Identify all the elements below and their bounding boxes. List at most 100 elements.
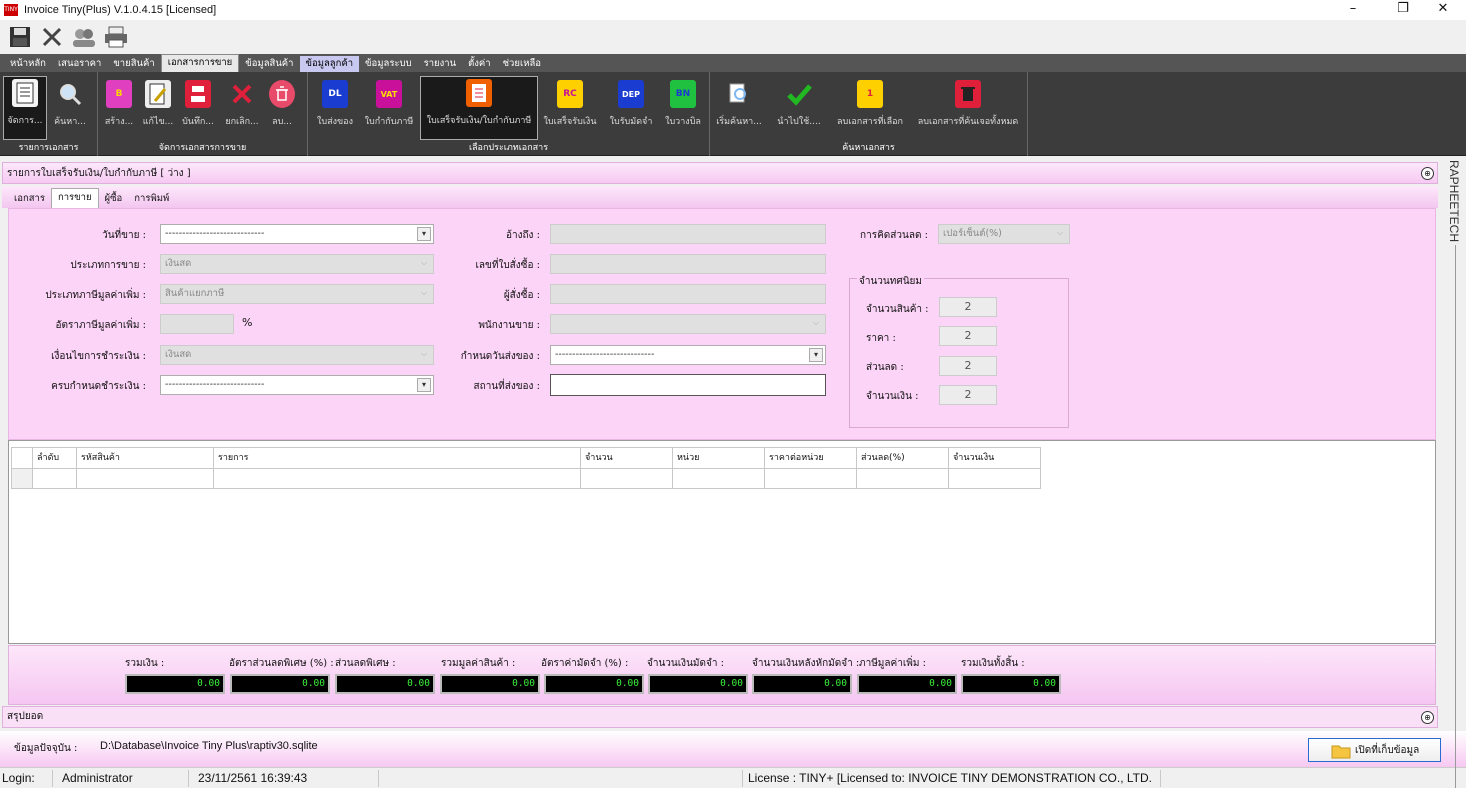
manage-button[interactable]: จัดการ... [3, 76, 47, 140]
special-discount-rate-input[interactable]: 0.00 [230, 674, 330, 694]
grid-cell[interactable] [949, 469, 1041, 489]
menu-settings[interactable]: ตั้งค่า [462, 56, 497, 72]
discount-calc-select[interactable]: เปอร์เซ็นต์(%) ⌵ [938, 224, 1070, 244]
delivery-note-button[interactable]: DL ใบส่งของ [310, 78, 360, 132]
database-path: D:\Database\Invoice Tiny Plus\raptiv30.s… [100, 740, 318, 752]
receipt-button[interactable]: RC ใบเสร็จรับเงิน [540, 78, 600, 132]
close-window-button[interactable]: ✕ [1420, 0, 1466, 20]
save-icon[interactable] [6, 23, 34, 51]
grid-col-header[interactable]: จำนวน [581, 447, 673, 469]
decimals-qty-input[interactable]: 2 [939, 297, 997, 317]
special-discount-rate-label: อัตราส่วนลดพิเศษ (%) : [229, 658, 334, 669]
grid-col-header[interactable]: ลำดับ [33, 447, 77, 469]
grid-cell[interactable] [765, 469, 857, 489]
delivery-date-select[interactable]: ----------------------------- ▾ [550, 345, 826, 365]
menu-sales-documents[interactable]: เอกสารการขาย [160, 54, 240, 72]
create-button[interactable]: B สร้าง... [100, 78, 138, 132]
collapse-icon[interactable]: ⊕ [1421, 167, 1434, 180]
menu-system[interactable]: ข้อมูลระบบ [359, 56, 418, 72]
grand-total-label: รวมเงินทั้งสิ้น : [961, 658, 1025, 669]
minimize-button[interactable]: – [1330, 0, 1376, 20]
expand-icon[interactable]: ⊕ [1421, 711, 1434, 724]
grid-col-header[interactable]: จำนวนเงิน [949, 447, 1041, 469]
vat-rate-input[interactable] [160, 314, 234, 334]
grid-cell[interactable] [33, 469, 77, 489]
menu-customers[interactable]: ข้อมูลลูกค้า [299, 56, 360, 72]
close-icon[interactable] [38, 23, 66, 51]
items-grid[interactable]: ลำดับ รหัสสินค้า รายการ จำนวน หน่วย ราคา… [8, 440, 1436, 644]
current-user: Administrator [62, 771, 133, 785]
decimals-qty-label: จำนวนสินค้า : [866, 304, 929, 315]
quick-toolbar [0, 20, 1466, 54]
edit-button[interactable]: แก้ไข... [140, 78, 176, 132]
deposit-amount-input[interactable]: 0.00 [648, 674, 748, 694]
deposit-rate-input[interactable]: 0.00 [544, 674, 644, 694]
open-database-button[interactable]: เปิดที่เก็บข้อมูล [1308, 738, 1441, 762]
grid-col-header[interactable]: รายการ [214, 447, 581, 469]
delivery-place-input[interactable] [550, 374, 826, 396]
tab-document[interactable]: เอกสาร [8, 190, 51, 208]
cancel-button[interactable]: ยกเลิก... [222, 78, 262, 132]
menu-quotation[interactable]: เสนอราคา [52, 56, 107, 72]
decimals-discount-input[interactable]: 2 [939, 356, 997, 376]
deposit-rate-label: อัตราค่ามัดจำ (%) : [541, 658, 629, 669]
printer-icon[interactable] [102, 23, 130, 51]
save-doc-button[interactable]: บันทึก... [178, 78, 218, 132]
po-number-input[interactable] [550, 254, 826, 274]
row-selector[interactable] [11, 469, 33, 489]
salesperson-select[interactable]: ⌵ [550, 314, 826, 334]
tab-sales[interactable]: การขาย [50, 188, 99, 208]
ribbon-group-title: จัดการเอกสารการขาย [158, 143, 247, 153]
delete-all-found-button[interactable]: ลบเอกสารที่ค้นเจอทั้งหมด [912, 78, 1024, 132]
ribbon-group-title: รายการเอกสาร [18, 143, 79, 153]
ribbon: จัดการ... ค้นหา... รายการเอกสาร B สร้าง.… [0, 72, 1466, 156]
billing-note-button[interactable]: BN ใบวางบิล [660, 78, 706, 132]
grid-col-header[interactable]: หน่วย [673, 447, 765, 469]
window-title: Invoice Tiny(Plus) V.1.0.4.15 [Licensed] [24, 4, 217, 16]
start-search-button[interactable]: เริ่มค้นหา... [714, 78, 764, 132]
orderer-input[interactable] [550, 284, 826, 304]
grid-col-header[interactable]: ราคาต่อหน่วย [765, 447, 857, 469]
special-discount-input[interactable]: 0.00 [335, 674, 435, 694]
chevron-down-icon: ▾ [809, 348, 823, 362]
goods-total-value: 0.00 [440, 674, 540, 694]
table-row[interactable] [11, 469, 1041, 489]
menu-reports[interactable]: รายงาน [418, 56, 462, 72]
grid-cell[interactable] [673, 469, 765, 489]
edit-document-icon [145, 80, 171, 108]
grid-cell[interactable] [214, 469, 581, 489]
red-x-icon [229, 80, 255, 108]
deposit-button[interactable]: DEP ใบรับมัดจำ [604, 78, 658, 132]
menu-sales[interactable]: ขายสินค้า [107, 56, 160, 72]
tab-buyer[interactable]: ผู้ซื้อ [99, 190, 129, 208]
users-icon[interactable] [70, 23, 98, 51]
apply-button[interactable]: นำไปใช้.... [770, 78, 828, 132]
grid-col-header[interactable]: รหัสสินค้า [77, 447, 214, 469]
grid-col-header[interactable]: ส่วนลด(%) [857, 447, 949, 469]
vat-rate-unit: % [242, 316, 253, 329]
grid-cell[interactable] [857, 469, 949, 489]
search-button[interactable]: ค้นหา... [50, 78, 90, 132]
sale-type-label: ประเภทการขาย : [70, 260, 146, 271]
delete-button[interactable]: ลบ... [264, 78, 300, 132]
menu-home[interactable]: หน้าหลัก [4, 56, 52, 72]
create-document-icon: B [106, 80, 132, 108]
tab-print[interactable]: การพิมพ์ [128, 190, 175, 208]
tax-invoice-button[interactable]: VAT ใบกำกับภาษี [360, 78, 418, 132]
delete-selected-button[interactable]: 1 ลบเอกสารที่เลือก [830, 78, 910, 132]
delete-all-icon [955, 80, 981, 108]
receipt-tax-invoice-button[interactable]: ใบเสร็จรับเงิน/ใบกำกับภาษี [420, 76, 538, 140]
license-info: License : TINY+ [Licensed to: INVOICE TI… [748, 771, 1153, 785]
grid-cell[interactable] [581, 469, 673, 489]
delivery-place-label: สถานที่ส่งของ : [473, 381, 540, 392]
after-deposit-value: 0.00 [752, 674, 852, 694]
menu-help[interactable]: ช่วยเหลือ [497, 56, 547, 72]
reference-label: อ้างถึง : [506, 230, 540, 241]
menu-products[interactable]: ข้อมูลสินค้า [239, 56, 299, 72]
grid-cell[interactable] [77, 469, 214, 489]
decimals-price-input[interactable]: 2 [939, 326, 997, 346]
salesperson-label: พนักงานขาย : [478, 320, 540, 331]
brand-text: RAPHEETECH [1447, 160, 1461, 243]
grand-total-value: 0.00 [961, 674, 1061, 694]
decimals-amount-input[interactable]: 2 [939, 385, 997, 405]
